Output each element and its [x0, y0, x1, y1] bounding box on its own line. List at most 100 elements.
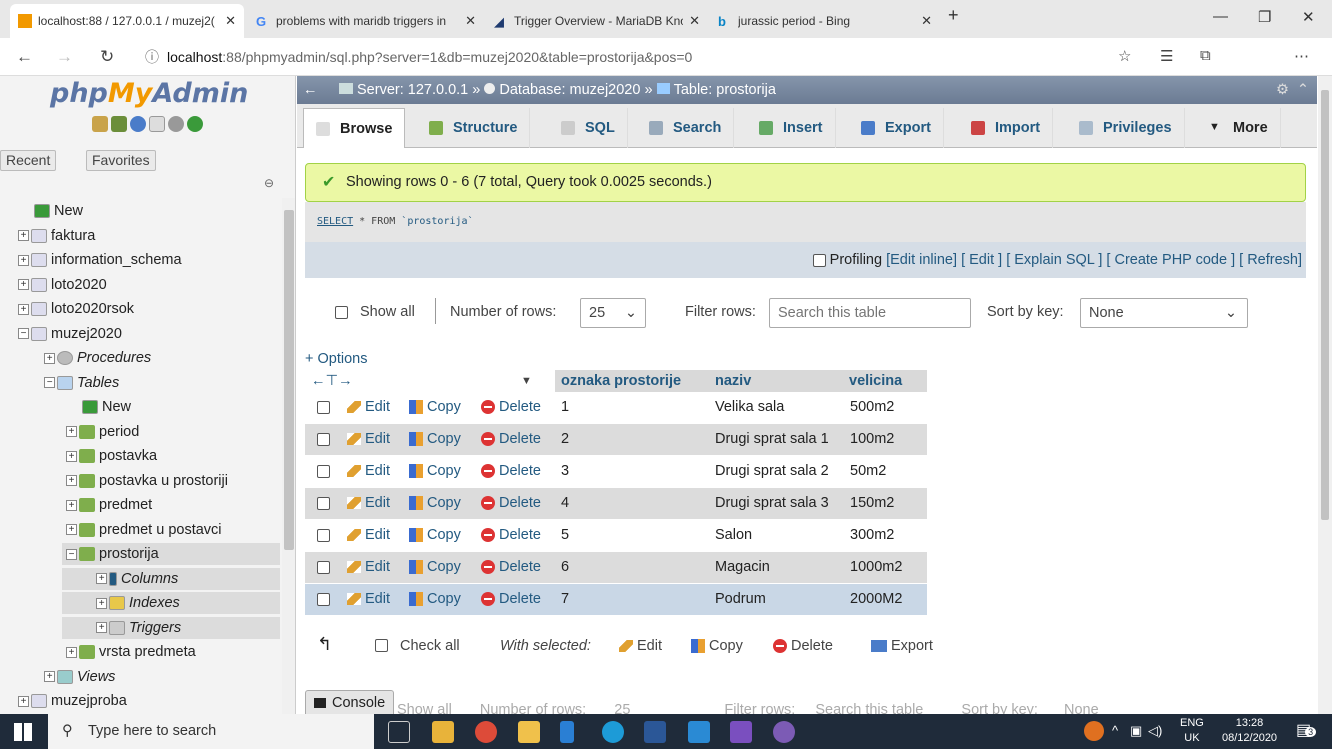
explain-sql-link[interactable]: [ Explain SQL ] [1006, 252, 1102, 268]
tree-item[interactable]: + Procedures [44, 347, 151, 369]
expand-toggle-icon[interactable]: + [66, 499, 77, 511]
expand-toggle-icon[interactable]: + [18, 254, 29, 266]
cell-naziv[interactable]: Magacin [715, 559, 770, 575]
table-row[interactable]: Edit Copy Delete 3 Drugi sprat sala 2 50m2 [305, 456, 927, 487]
tree-item[interactable]: + Views [44, 666, 115, 688]
tray-chevron-icon[interactable]: ^ [1112, 723, 1118, 738]
table-row[interactable]: Edit Copy Delete 1 Velika sala 500m2 [305, 392, 927, 423]
expand-toggle-icon[interactable]: + [66, 426, 77, 438]
tab-more[interactable]: ▼ More [1197, 108, 1281, 148]
expand-toggle-icon[interactable]: − [18, 328, 29, 340]
table-row[interactable]: Edit Copy Delete 2 Drugi sprat sala 1 100m2 [305, 424, 927, 455]
sidebar-scrollbar[interactable] [282, 198, 295, 714]
column-header[interactable]: naziv [709, 370, 843, 392]
table-row[interactable]: Edit Copy Delete 4 Drugi sprat sala 3 150m2 [305, 488, 927, 519]
row-edit-button[interactable]: Edit [347, 399, 390, 415]
collections-icon[interactable]: ⧉ [1200, 47, 1211, 64]
breadcrumb-server[interactable]: Server: 127.0.0.1 [357, 82, 468, 98]
cell-oznaka[interactable]: 3 [561, 463, 569, 479]
favorites-button[interactable]: Favorites [86, 150, 156, 171]
store-icon[interactable] [518, 721, 540, 743]
edge-icon[interactable] [602, 721, 624, 743]
chrome-icon[interactable] [475, 721, 497, 743]
tree-item[interactable]: New [18, 200, 83, 222]
expand-toggle-icon[interactable]: − [66, 548, 77, 560]
expand-toggle-icon[interactable]: + [96, 622, 107, 634]
phpmyadmin-logo[interactable]: phpMyAdmin [50, 78, 248, 109]
browser-tab[interactable]: G problems with maridb triggers in ✕ [248, 4, 484, 38]
bulk-export-button[interactable]: Export [871, 631, 933, 661]
row-edit-button[interactable]: Edit [347, 527, 390, 543]
tree-item[interactable]: + vrsta predmeta [66, 641, 196, 663]
collapse-arrow-icon[interactable]: ← [303, 76, 318, 104]
tree-item[interactable]: New [66, 396, 131, 418]
language-indicator[interactable]: ENG UK [1180, 716, 1204, 746]
bulk-edit-button[interactable]: Edit [619, 631, 662, 661]
row-delete-button[interactable]: Delete [481, 527, 541, 543]
tree-item[interactable]: + period [66, 421, 139, 443]
edit-link[interactable]: [ Edit ] [961, 252, 1002, 268]
close-window-icon[interactable]: ✕ [1302, 8, 1315, 26]
row-edit-button[interactable]: Edit [347, 463, 390, 479]
cell-naziv[interactable]: Salon [715, 527, 752, 543]
favorite-star-icon[interactable]: ☆ [1118, 47, 1131, 65]
expand-toggle-icon[interactable]: + [18, 230, 29, 242]
logout-icon[interactable] [111, 116, 127, 132]
settings-gear-icon[interactable] [168, 116, 184, 132]
expand-toggle-icon[interactable]: + [66, 524, 77, 536]
tab-search[interactable]: Search [637, 108, 735, 148]
edit-inline-link[interactable]: [Edit inline] [886, 252, 957, 268]
refresh-icon[interactable]: ↻ [100, 47, 114, 67]
tree-item[interactable]: + information_schema [18, 249, 182, 271]
tree-item[interactable]: + muzejproba [18, 690, 127, 712]
bulk-delete-button[interactable]: Delete [773, 631, 833, 661]
favorites-list-icon[interactable]: ☰ [1160, 47, 1173, 65]
expand-toggle-icon[interactable]: + [18, 303, 29, 315]
check-all-checkbox[interactable] [375, 639, 388, 652]
breadcrumb-database[interactable]: Database: muzej2020 [499, 82, 640, 98]
expand-toggle-icon[interactable]: + [66, 450, 77, 462]
tree-item[interactable]: + faktura [18, 225, 95, 247]
expand-toggle-icon[interactable]: + [18, 695, 29, 707]
column-header[interactable]: oznaka prostorije [555, 370, 709, 392]
create-php-code-link[interactable]: [ Create PHP code ] [1106, 252, 1235, 268]
settings-gear-icon[interactable]: ⚙ [1276, 76, 1289, 104]
row-delete-button[interactable]: Delete [481, 559, 541, 575]
windows-start-icon[interactable] [14, 723, 32, 741]
cell-velicina[interactable]: 2000M2 [850, 591, 902, 607]
cell-velicina[interactable]: 300m2 [850, 527, 894, 543]
tree-item[interactable]: + postavka [66, 445, 157, 467]
browser-tab[interactable]: ◢ Trigger Overview - MariaDB Kno ✕ [486, 4, 708, 38]
collapse-icon[interactable]: ⌃ [1297, 76, 1309, 104]
back-icon[interactable]: ← [16, 47, 33, 67]
tree-item[interactable]: + Triggers [62, 616, 280, 639]
word-icon[interactable] [644, 721, 666, 743]
notification-icon[interactable]: ▤3 [1296, 720, 1317, 740]
expand-toggle-icon[interactable]: + [66, 475, 77, 487]
row-checkbox[interactable] [317, 592, 330, 606]
tab-privileges[interactable]: Privileges [1067, 108, 1185, 148]
visual-studio-icon[interactable] [730, 721, 752, 743]
row-edit-button[interactable]: Edit [347, 495, 390, 511]
show-all-checkbox[interactable] [335, 306, 348, 319]
row-checkbox[interactable] [317, 560, 330, 574]
cell-naziv[interactable]: Drugi sprat sala 2 [715, 463, 829, 479]
row-edit-button[interactable]: Edit [347, 431, 390, 447]
profiling-checkbox[interactable] [812, 253, 826, 267]
tree-item[interactable]: + loto2020rsok [18, 298, 134, 320]
tree-item[interactable]: + predmet [66, 494, 152, 516]
cell-velicina[interactable]: 50m2 [850, 463, 886, 479]
tree-item[interactable]: − muzej2020 [18, 323, 122, 345]
tree-item[interactable]: − Tables [44, 372, 119, 394]
row-delete-button[interactable]: Delete [481, 495, 541, 511]
info-icon[interactable]: ⓘ [145, 49, 159, 65]
row-copy-button[interactable]: Copy [409, 399, 461, 415]
console-toggle[interactable]: Console [305, 690, 395, 714]
row-delete-button[interactable]: Delete [481, 399, 541, 415]
new-tab-button[interactable]: + [948, 5, 959, 26]
expand-toggle-icon[interactable]: + [66, 646, 77, 658]
taskbar-search[interactable]: ⚲ Type here to search [48, 714, 374, 749]
sql-keyword[interactable]: SELECT [317, 216, 353, 227]
cell-velicina[interactable]: 150m2 [850, 495, 894, 511]
volume-icon[interactable]: ◁) [1148, 723, 1162, 739]
